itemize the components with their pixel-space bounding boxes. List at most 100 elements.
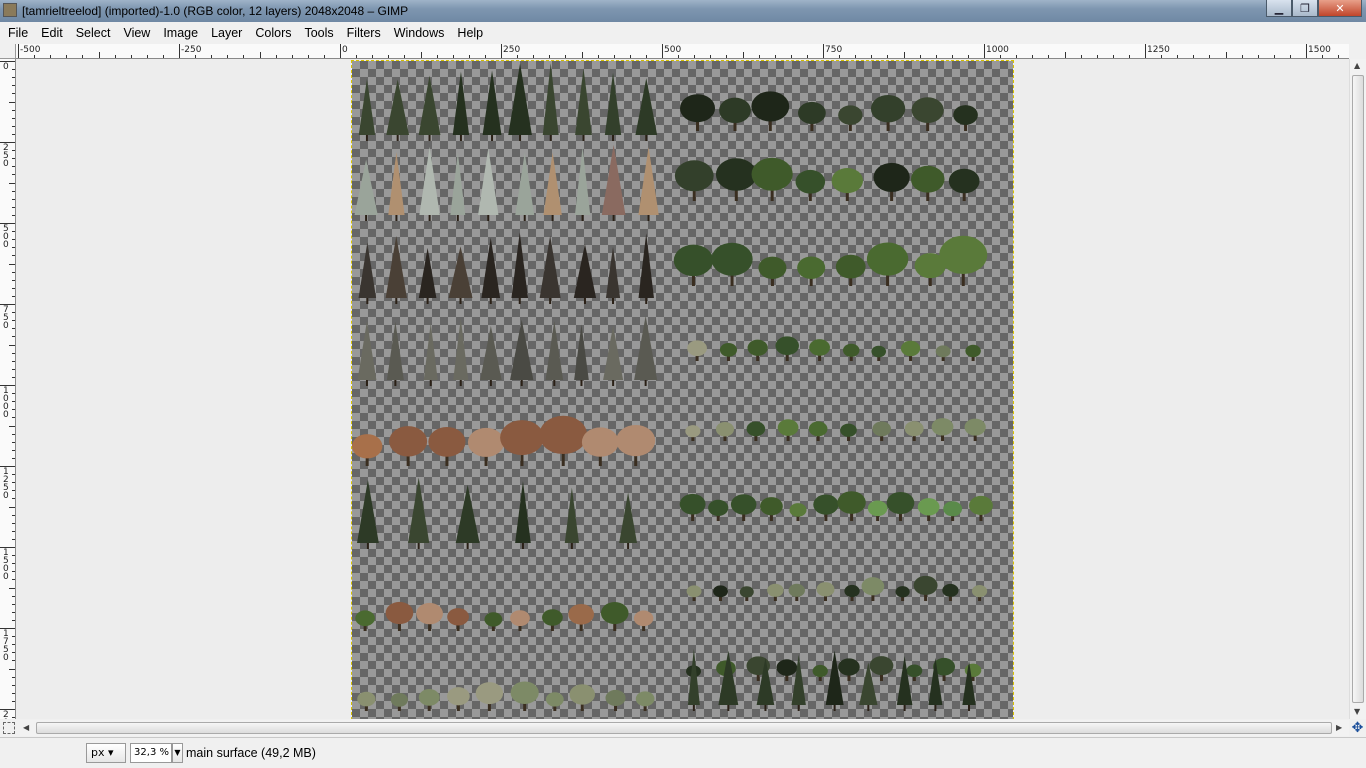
tree-sprite [386,321,404,380]
menu-image[interactable]: Image [155,26,203,40]
tree-sprite [386,79,410,135]
ruler-label: 250 [503,45,521,55]
ruler-minor-tick [12,231,15,233]
tree-sprite [515,152,535,215]
menu-windows[interactable]: Windows [386,26,450,40]
horizontal-ruler[interactable]: -500 -250 0 250 500 750 1000 1250 1500 [16,44,1349,59]
ruler-tick [984,44,985,58]
ruler-minor-tick [12,652,15,654]
tree-sprite [581,427,619,457]
gimp-app-icon [3,3,17,17]
minimize-button[interactable]: ▁ [1266,0,1292,17]
ruler-minor-tick [1193,55,1195,58]
tree-sprite [543,152,562,215]
ruler-minor-tick [1016,55,1018,58]
tree-sprite [808,421,828,437]
horizontal-scroll-thumb[interactable] [36,722,1332,734]
ruler-minor-tick [114,55,116,58]
tree-sprite [904,421,924,437]
zoom-input[interactable]: 32,3 % [130,743,172,763]
horizontal-scroll-row: ◀ ▶ ✥ [0,719,1366,737]
menu-file[interactable]: File [0,26,33,40]
ruler-label: 500 [3,224,9,250]
zoom-dropdown-icon[interactable]: ▼ [172,743,183,763]
image-layer-transparent-checkerboard[interactable] [351,60,1014,720]
tree-sprite [869,656,894,676]
scroll-up-icon[interactable]: ▲ [1354,61,1360,70]
tree-sprite [870,94,906,123]
menu-layer[interactable]: Layer [203,26,247,40]
ruler-minor-tick [1289,55,1291,58]
ruler-minor-tick [9,101,15,103]
scroll-left-icon[interactable]: ◀ [23,723,29,732]
menu-colors[interactable]: Colors [247,26,296,40]
menu-edit[interactable]: Edit [33,26,68,40]
ruler-minor-tick [323,55,325,58]
tree-sprite [708,499,729,516]
vertical-ruler[interactable]: 0 250 500 750 1000 1250 1500 1750 2000 [0,59,16,719]
ruler-minor-tick [12,490,15,492]
ruler-minor-tick [12,644,15,646]
tree-sprite [746,421,766,437]
tree-sprite [843,343,860,357]
ruler-minor-tick [12,717,15,719]
navigate-icon[interactable]: ✥ [1350,721,1365,736]
ruler-minor-tick [12,482,15,484]
ruler-minor-tick [1225,52,1227,58]
ruler-minor-tick [12,393,15,395]
tree-sprite [913,575,938,596]
ruler-minor-tick [12,692,15,694]
tree-sprite [953,105,978,125]
ruler-minor-tick [12,69,15,71]
tree-sprite [886,491,915,515]
tree-sprite [450,152,466,215]
quick-mask-toggle-icon[interactable] [3,722,15,734]
ruler-minor-tick [291,55,293,58]
tree-sprite [569,684,596,705]
scroll-down-icon[interactable]: ▼ [1354,707,1360,716]
tree-sprite [948,168,980,194]
tree-sprite [751,91,790,122]
tree-sprite [719,97,751,124]
tree-sprite [605,246,621,298]
layer-info-text: main surface (49,2 MB) [186,746,316,760]
tree-sprite [751,157,793,191]
ruler-minor-tick [12,166,15,168]
tree-sprite [838,105,863,125]
menu-help[interactable]: Help [449,26,488,40]
ruler-minor-tick [935,55,937,58]
ruler-minor-tick [12,328,15,330]
tree-sprite [825,650,844,705]
image-canvas[interactable] [16,59,1349,720]
ruler-minor-tick [146,55,148,58]
vertical-scroll-thumb[interactable] [1352,75,1364,703]
ruler-minor-tick [726,55,728,58]
unit-select[interactable]: px ▾ [86,743,126,763]
unit-value: px [91,746,105,759]
menu-filters[interactable]: Filters [339,26,386,40]
tree-sprite [816,582,835,597]
ruler-label: -500 [20,45,41,55]
ruler-corner-menu-button[interactable] [0,44,16,59]
tree-sprite [813,494,839,515]
ruler-minor-tick [12,158,15,160]
menu-select[interactable]: Select [68,26,116,40]
ruler-minor-tick [12,636,15,638]
tree-sprite [575,68,592,135]
close-button[interactable]: ✕ [1318,0,1362,17]
maximize-button[interactable]: ❐ [1292,0,1318,17]
vertical-scrollbar[interactable]: ▲ ▼ [1349,59,1366,719]
ruler-minor-tick [12,133,15,135]
ruler-minor-tick [12,579,15,581]
menu-view[interactable]: View [115,26,155,40]
ruler-minor-tick [533,55,535,58]
ruler-minor-tick [678,55,680,58]
ruler-minor-tick [1032,55,1034,58]
tree-sprite [619,492,638,543]
horizontal-scrollbar[interactable]: ◀ ▶ [20,720,1349,736]
tree-sprite [484,612,503,627]
ruler-minor-tick [12,611,15,613]
menu-tools[interactable]: Tools [296,26,338,40]
scroll-right-icon[interactable]: ▶ [1336,723,1342,732]
ruler-minor-tick [839,55,841,58]
